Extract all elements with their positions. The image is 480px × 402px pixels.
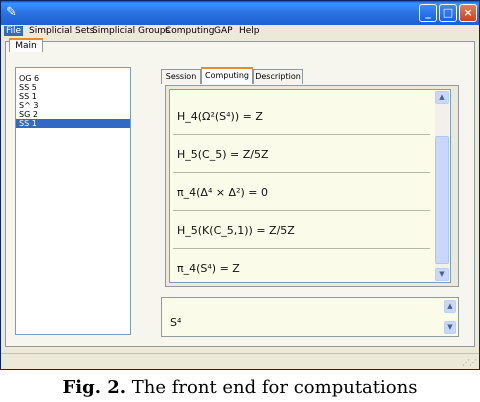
list-item-selected[interactable]: SS 1	[16, 119, 130, 128]
menu-help[interactable]: Help	[239, 26, 260, 36]
results-pane: H_4(Ω²(S⁴)) = Z H_5(C_5) = Z/5Z π_4(Δ⁴ ×…	[169, 89, 451, 283]
chevron-down-icon: ▼	[447, 323, 453, 331]
result-row: π_4(S⁴) = Z	[177, 262, 240, 275]
maximize-button[interactable]: □	[439, 4, 457, 22]
input-value: S⁴	[170, 316, 182, 329]
menu-bar: File Simplicial Sets Simplicial Groups C…	[1, 25, 479, 39]
result-row: H_5(K(C_5,1)) = Z/5Z	[173, 212, 430, 249]
input-scroll-up-button[interactable]: ▲	[444, 300, 456, 313]
menu-gap[interactable]: GAP	[214, 26, 233, 36]
minimize-icon: _	[425, 6, 431, 19]
result-row: H_5(C_5) = Z/5Z	[173, 136, 430, 173]
caption-label: Fig. 2.	[62, 377, 127, 398]
status-bar: ⋰⋰	[1, 353, 479, 369]
expression-input[interactable]: S⁴ ▲ ▼	[161, 297, 459, 337]
object-list[interactable]: OG 6 SS 5 SS 1 S^ 3 SG 2 SS 1	[15, 67, 131, 335]
chevron-down-icon: ▼	[439, 270, 445, 278]
maximize-icon: □	[442, 6, 454, 19]
chevron-up-icon: ▲	[447, 302, 453, 310]
figure-caption: Fig. 2. The front end for computations	[0, 374, 480, 402]
result-row: H_4(Ω²(S⁴)) = Z	[173, 98, 430, 135]
tab-session[interactable]: Session	[161, 69, 201, 84]
app-icon: ✎	[6, 5, 17, 20]
input-scrollbar[interactable]: ▲ ▼	[444, 300, 456, 334]
menu-file[interactable]: File	[4, 26, 24, 36]
list-item[interactable]: SG 2	[16, 110, 130, 119]
input-scroll-down-button[interactable]: ▼	[444, 321, 456, 334]
caption-text: The front end for computations	[126, 377, 418, 398]
list-item[interactable]: SS 5	[16, 83, 130, 92]
menu-simplicial-sets[interactable]: Simplicial Sets	[29, 26, 95, 36]
chevron-up-icon: ▲	[439, 93, 445, 101]
list-item[interactable]: S^ 3	[16, 101, 130, 110]
close-button[interactable]: ×	[459, 4, 477, 22]
menu-computing[interactable]: Computing	[165, 26, 214, 36]
minimize-button[interactable]: _	[419, 4, 437, 22]
list-item[interactable]: SS 1	[16, 92, 130, 101]
scroll-up-button[interactable]: ▲	[435, 91, 449, 104]
result-row: π_4(Δ⁴ × Δ²) = 0	[173, 174, 430, 211]
list-item[interactable]: OG 6	[16, 74, 130, 83]
scroll-down-button[interactable]: ▼	[435, 268, 449, 281]
close-icon: ×	[463, 6, 473, 19]
scroll-thumb[interactable]	[435, 136, 449, 264]
tab-computing[interactable]: Computing	[201, 67, 253, 84]
resize-grip-icon[interactable]: ⋰⋰	[462, 358, 477, 367]
title-bar[interactable]: ✎ _ □ ×	[1, 1, 479, 25]
tab-description[interactable]: Description	[253, 69, 303, 84]
tab-main[interactable]: Main	[9, 38, 43, 52]
results-scrollbar[interactable]: ▲ ▼	[435, 91, 449, 281]
app-window: ✎ _ □ × File Simplicial Sets Simplicial …	[0, 0, 480, 370]
menu-simplicial-groups[interactable]: Simplicial Groups	[92, 26, 170, 36]
